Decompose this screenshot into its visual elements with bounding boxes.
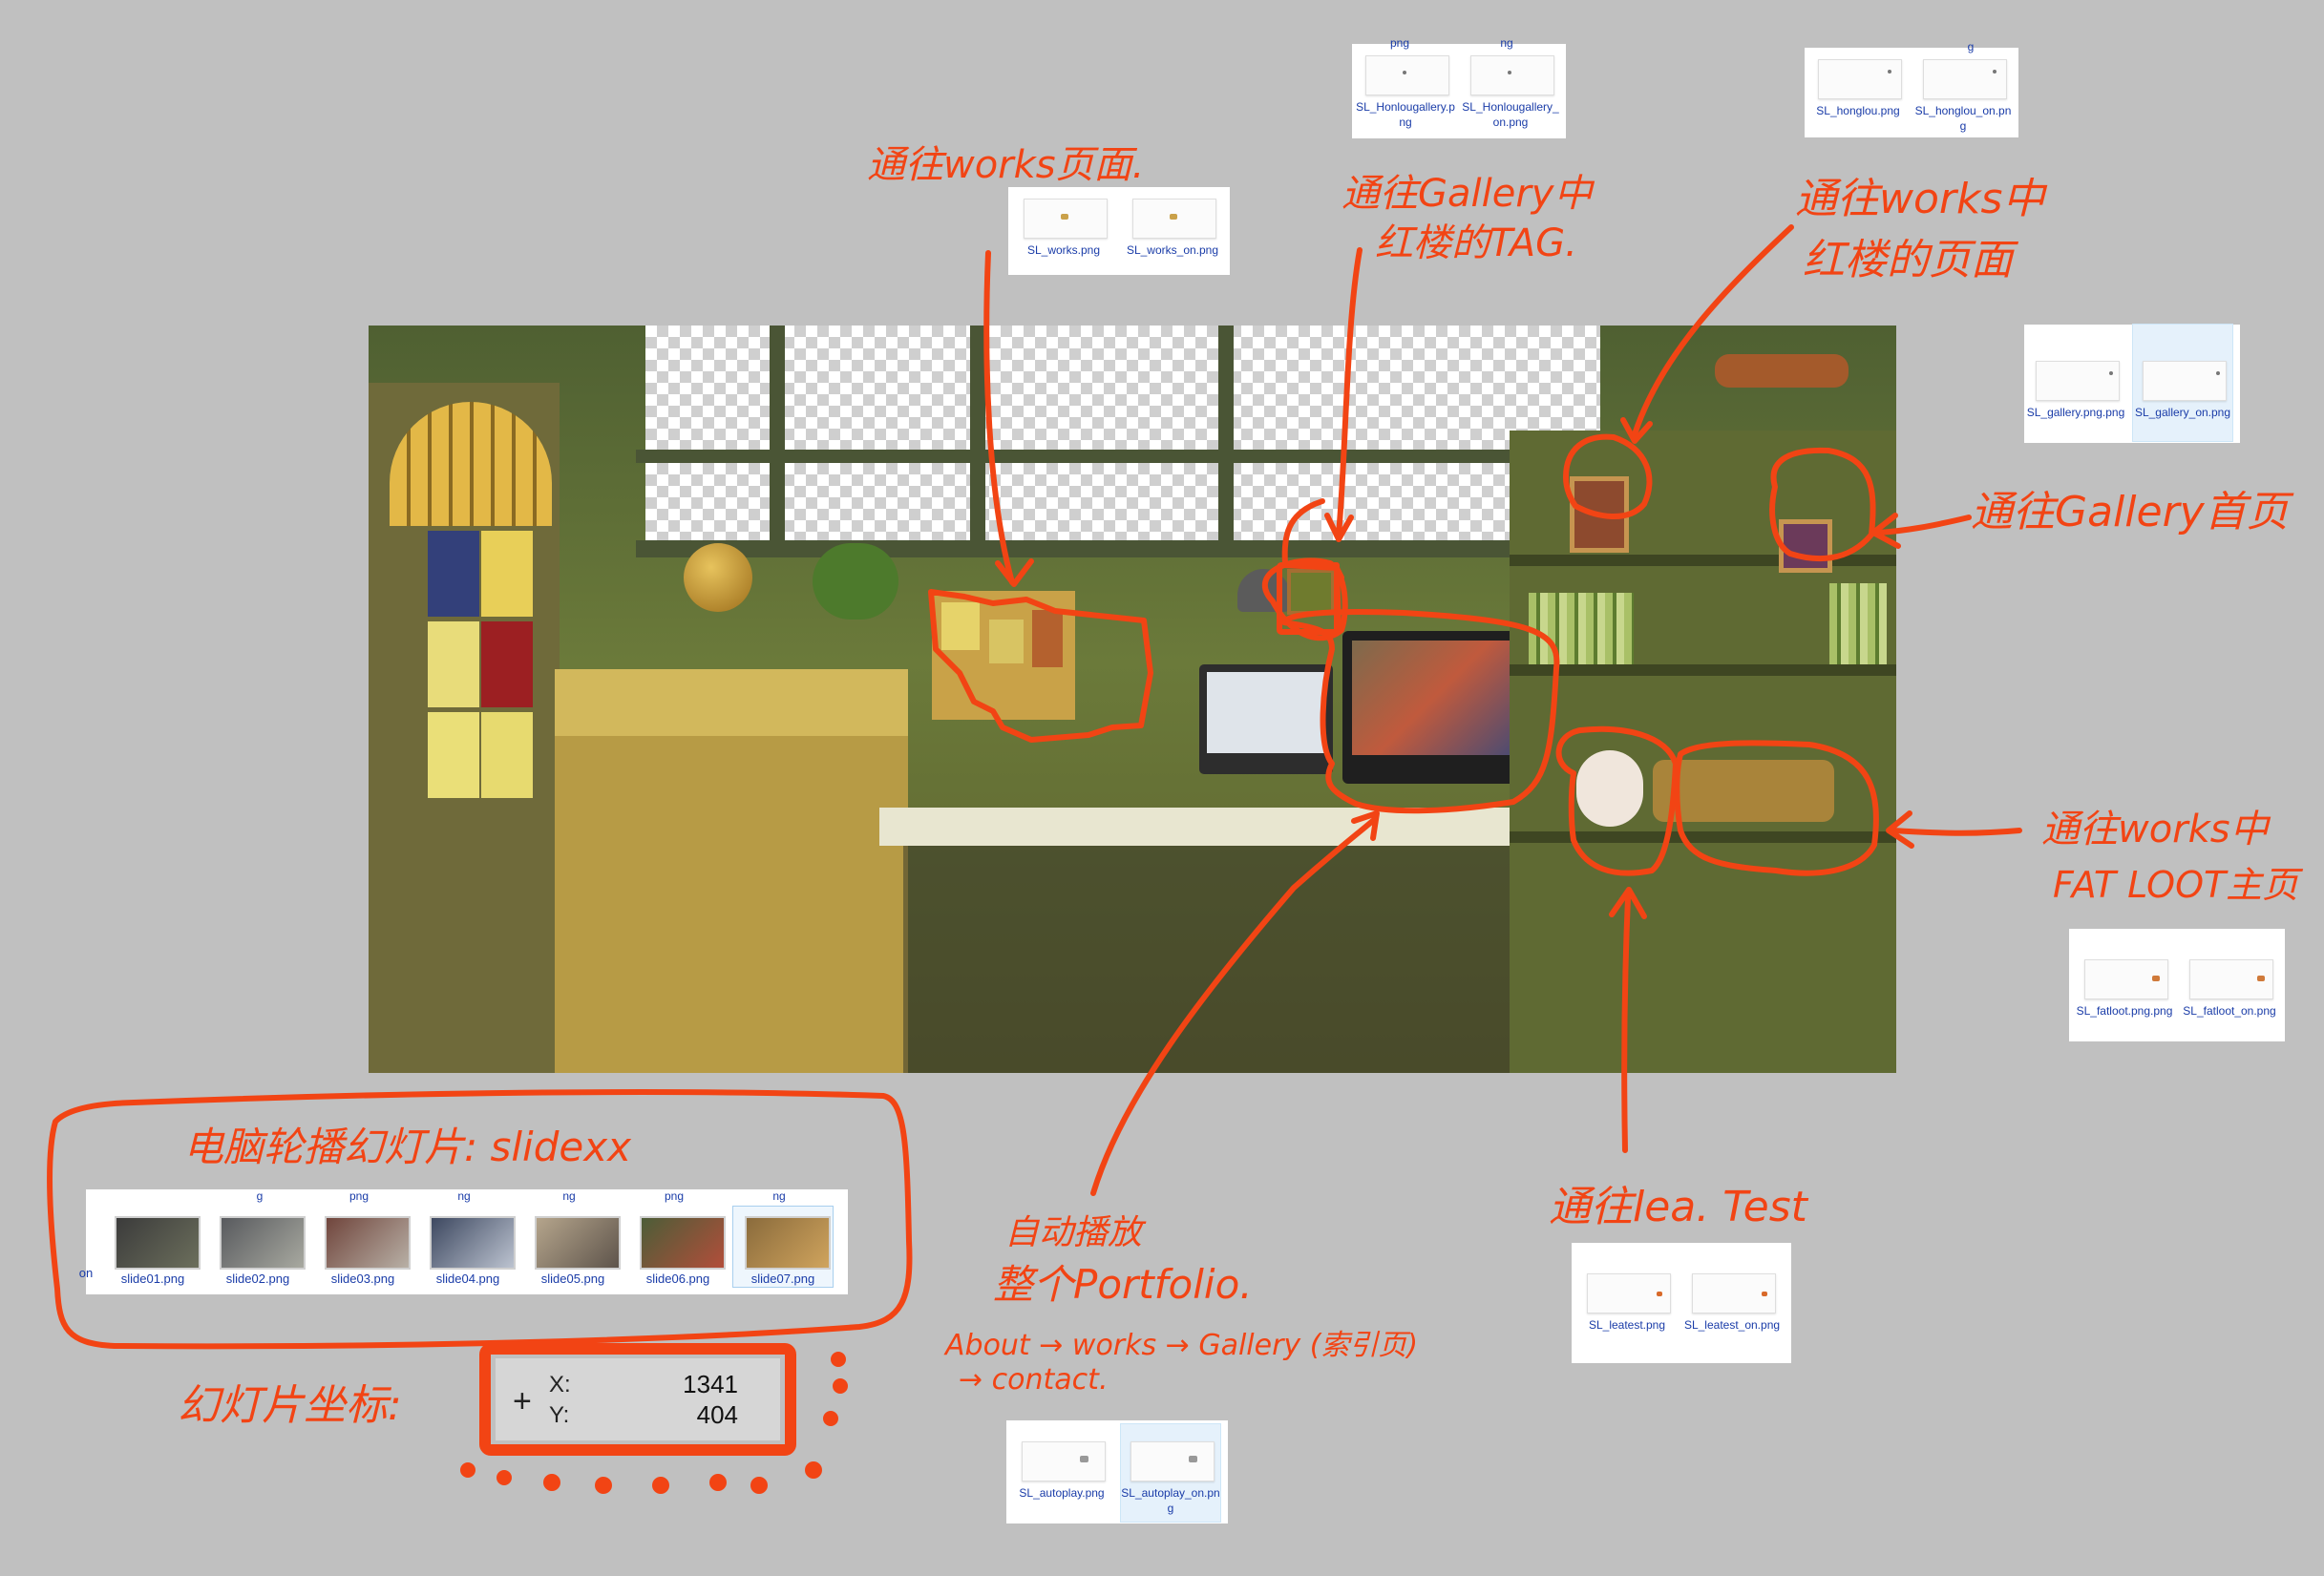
annotation-slide-coordinates: 幻灯片坐标:: [178, 1381, 402, 1430]
annotation-autoplay-order: → contact.: [959, 1363, 1109, 1397]
annotation-works-honglou: 红楼的页面: [1803, 236, 2013, 284]
annotation-autoplay: 自动播放: [1004, 1213, 1143, 1252]
annotation-fatloot: 通往works中: [2041, 808, 2269, 851]
annotation-fatloot: FAT LOOT主页: [2053, 864, 2299, 906]
annotation-gallery-tag: 通往Gallery中: [1342, 172, 1593, 216]
annotation-works-honglou: 通往works中: [1795, 175, 2045, 223]
annotation-autoplay-order: About → works → Gallery (索引页): [945, 1329, 1419, 1362]
annotation-autoplay: 整个Portfolio.: [993, 1261, 1253, 1308]
annotation-gallery-tag: 红楼的TAG.: [1375, 221, 1577, 265]
annotation-leatest: 通往lea. Test: [1549, 1183, 1807, 1231]
annotation-slideshow: 电脑轮播幻灯片: slidexx: [183, 1124, 631, 1170]
annotation-gallery-home: 通往Gallery首页: [1971, 488, 2289, 536]
annotation-works-page: 通往works页面.: [867, 143, 1145, 187]
